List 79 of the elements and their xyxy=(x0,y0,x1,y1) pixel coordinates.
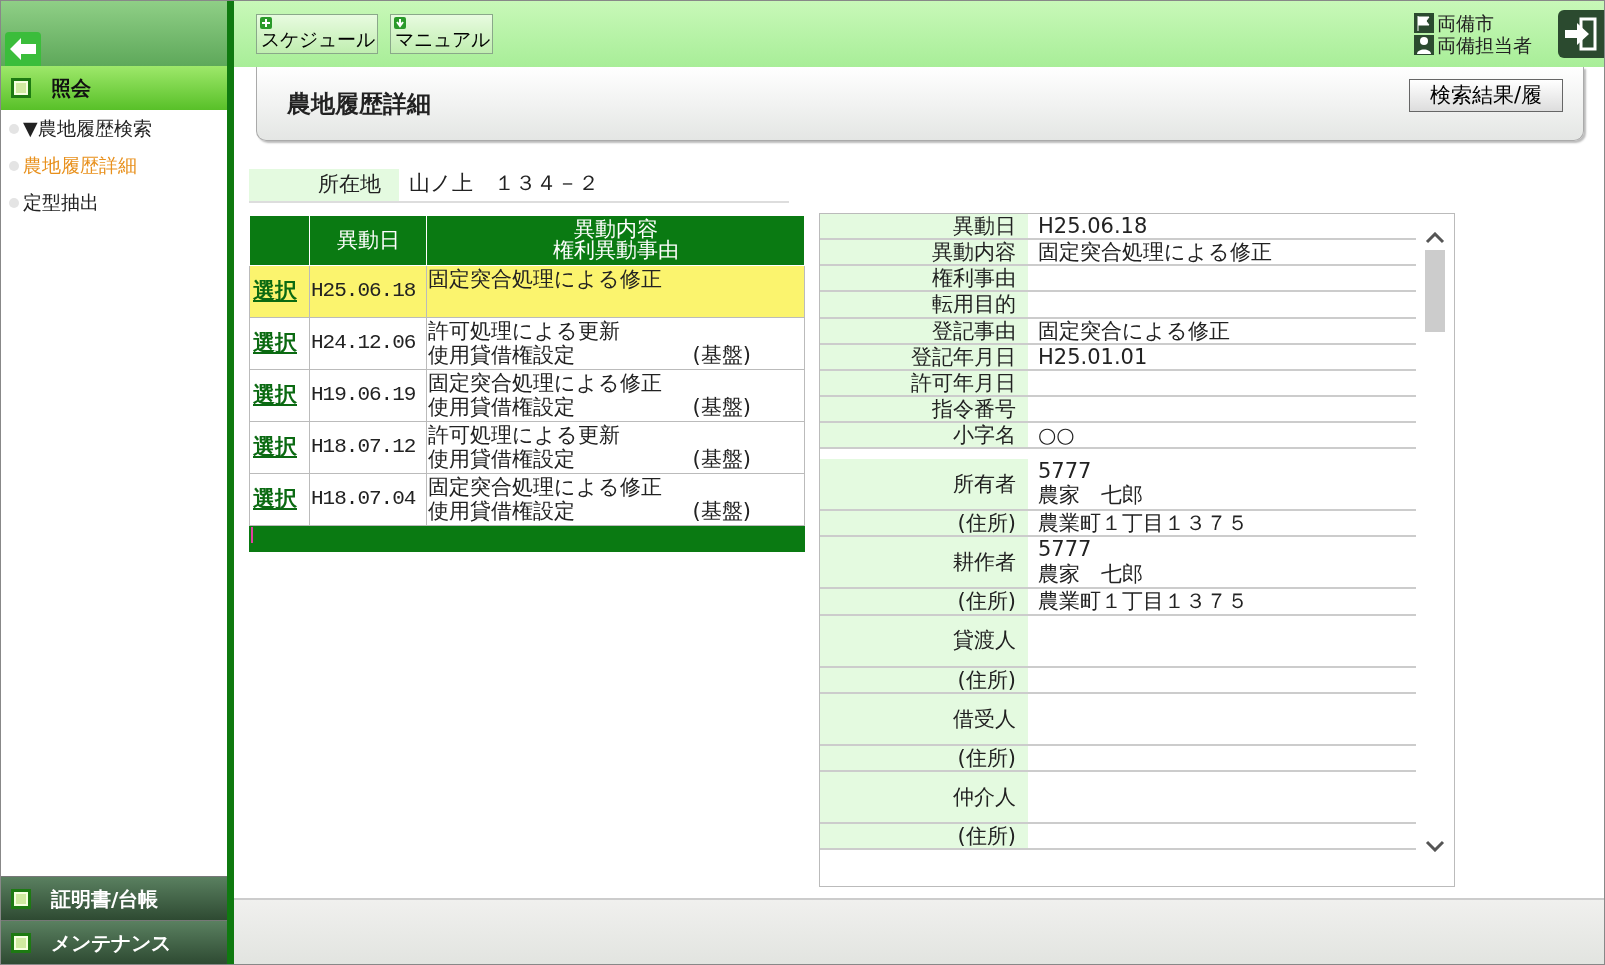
toolbar-button[interactable]: マニュアル xyxy=(390,14,493,54)
detail-label: 権利事由 xyxy=(820,266,1028,291)
detail-value: 農業町１丁目１３７５ xyxy=(1038,589,1249,614)
cursor-mark xyxy=(251,526,253,543)
detail-label: 耕作者 xyxy=(820,537,1028,588)
bullet-icon xyxy=(9,123,19,134)
detail-label: 仲介人 xyxy=(820,771,1028,822)
detail-label: 転用目的 xyxy=(820,292,1028,317)
tag-text: (基盤) xyxy=(692,394,751,419)
detail-label: (住所) xyxy=(820,511,1028,536)
detail-value: 5777 農家 七郎 xyxy=(1038,459,1144,508)
detail-label: 貸渡人 xyxy=(820,615,1028,666)
download-icon xyxy=(394,17,406,29)
date-cell: H19.06.19 xyxy=(309,369,427,421)
back-button[interactable] xyxy=(5,32,41,66)
change-text: 固定突合処理による修正 xyxy=(428,266,663,291)
column-header: 異動内容 権利異動事由 xyxy=(426,215,805,265)
detail-value: H25.06.18 xyxy=(1038,214,1149,239)
detail-value: 農業町１丁目１３７５ xyxy=(1038,511,1249,536)
arrow-left-icon xyxy=(10,38,36,60)
sidebar-item[interactable]: 定型抽出 xyxy=(1,184,227,221)
detail-label: (住所) xyxy=(820,823,1028,848)
detail-value: ○○ xyxy=(1038,423,1076,448)
detail-value: 固定突合による修正 xyxy=(1038,318,1231,343)
detail-label: 登記事由 xyxy=(820,318,1028,343)
detail-label: 指令番号 xyxy=(820,397,1028,422)
results-button[interactable]: 検索結果/履 xyxy=(1408,79,1563,112)
date-cell: H25.06.18 xyxy=(309,265,427,317)
bullet-icon xyxy=(9,160,19,171)
page-title: 農地履歴詳細 xyxy=(287,88,431,120)
date-cell: H24.12.06 xyxy=(309,317,427,369)
detail-label: 借受人 xyxy=(820,693,1028,744)
chevron-down-icon xyxy=(1425,840,1445,852)
detail-label: 異動内容 xyxy=(820,240,1028,265)
date-cell: H18.07.04 xyxy=(309,473,427,525)
exit-door-icon xyxy=(1563,17,1599,51)
detail-label: 所有者 xyxy=(820,459,1028,510)
detail-label: (住所) xyxy=(820,667,1028,692)
bullet-icon xyxy=(9,197,19,208)
reason-text: 使用貸借権設定 xyxy=(428,342,575,367)
change-text: 固定突合処理による修正 xyxy=(428,474,663,499)
tag-text: (基盤) xyxy=(692,498,751,523)
column-header: 異動日 xyxy=(309,215,427,265)
section-header[interactable]: メンテナンス xyxy=(1,920,227,964)
sidebar-item[interactable]: ▼農地履歴検索 xyxy=(1,110,227,147)
field-value: 山ノ上 １３４－２ xyxy=(408,171,599,198)
date-cell: H18.07.12 xyxy=(309,421,427,473)
detail-label: 登記年月日 xyxy=(820,344,1028,369)
change-text: 許可処理による更新 xyxy=(428,422,621,447)
section-header[interactable]: 照会 xyxy=(1,66,227,110)
chevron-up-icon xyxy=(1425,232,1445,244)
tag-text: (基盤) xyxy=(692,446,751,471)
organization-name: 両備市 xyxy=(1437,13,1494,33)
toolbar-button[interactable]: スケジュール xyxy=(256,14,378,54)
flag-icon xyxy=(1414,13,1434,33)
change-text: 固定突合処理による修正 xyxy=(428,370,663,395)
detail-value: 固定突合処理による修正 xyxy=(1038,240,1273,265)
scrollbar-thumb[interactable] xyxy=(1425,250,1445,332)
detail-label: (住所) xyxy=(820,589,1028,614)
logout-button[interactable] xyxy=(1558,10,1604,58)
detail-label: (住所) xyxy=(820,745,1028,770)
reason-text: 使用貸借権設定 xyxy=(428,394,575,419)
user-icon xyxy=(1414,35,1434,55)
reason-text: 使用貸借権設定 xyxy=(428,446,575,471)
detail-label: 異動日 xyxy=(820,214,1028,239)
detail-label: 許可年月日 xyxy=(820,370,1028,395)
section-header[interactable]: 証明書/台帳 xyxy=(1,876,227,920)
square-icon xyxy=(11,932,31,953)
detail-label: 小字名 xyxy=(820,423,1028,448)
reason-text: 使用貸借権設定 xyxy=(428,498,575,523)
detail-value: 5777 農家 七郎 xyxy=(1038,537,1144,586)
change-text: 許可処理による更新 xyxy=(428,318,621,343)
detail-value: H25.01.01 xyxy=(1038,344,1149,369)
square-icon xyxy=(11,888,31,909)
user-name: 両備担当者 xyxy=(1437,35,1532,55)
plus-icon xyxy=(260,17,272,29)
tag-text: (基盤) xyxy=(692,342,751,367)
square-icon xyxy=(11,78,31,98)
field-label: 所在地 xyxy=(249,169,399,201)
